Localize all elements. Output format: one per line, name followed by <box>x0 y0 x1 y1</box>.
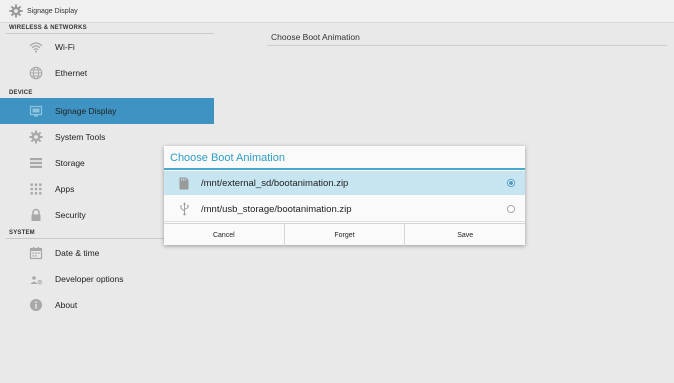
sidebar-item-developer-options[interactable]: Developer options <box>0 266 214 292</box>
sidebar-item-ethernet[interactable]: Ethernet <box>0 60 214 86</box>
radio-button[interactable] <box>507 179 515 187</box>
calendar-icon <box>29 246 43 260</box>
option-external-sd[interactable]: /mnt/external_sd/bootanimation.zip <box>164 171 525 195</box>
sidebar-item-label: Apps <box>55 184 75 194</box>
sidebar-item-label: Ethernet <box>55 68 88 78</box>
display-icon <box>29 104 43 118</box>
radio-button[interactable] <box>507 205 515 213</box>
dialog-title: Choose Boot Animation <box>170 152 285 164</box>
section-header-wireless: WIRELESS & NETWORKS <box>9 25 87 31</box>
save-button[interactable]: Save <box>404 224 525 246</box>
options-divider <box>164 221 525 222</box>
choose-boot-animation-dialog: Choose Boot Animation /mnt/external_sd/b… <box>164 146 525 246</box>
gear-icon <box>9 4 23 18</box>
sidebar-item-label: Security <box>55 210 86 220</box>
page-title: Choose Boot Animation <box>271 32 360 42</box>
sidebar-item-label: About <box>55 300 78 310</box>
forget-button[interactable]: Forget <box>283 224 405 246</box>
sidebar-item-signage-display[interactable]: Signage Display <box>0 98 214 124</box>
option-label: /mnt/usb_storage/bootanimation.zip <box>201 203 352 215</box>
storage-icon <box>29 156 43 170</box>
dialog-button-bar: Cancel Forget Save <box>164 223 525 246</box>
sidebar-item-label: Signage Display <box>55 106 117 116</box>
info-icon <box>29 298 43 312</box>
sidebar-item-label: Date & time <box>55 248 100 258</box>
gear-icon <box>29 130 43 144</box>
section-header-system: SYSTEM <box>9 230 35 236</box>
dialog-title-divider <box>164 168 525 170</box>
app-title: Signage Display <box>27 7 78 15</box>
title-bar: Signage Display <box>0 0 674 23</box>
sidebar-item-about[interactable]: About <box>0 292 214 318</box>
apps-grid-icon <box>29 182 43 196</box>
sidebar-item-label: Developer options <box>55 274 124 284</box>
option-usb-storage[interactable]: /mnt/usb_storage/bootanimation.zip <box>164 197 525 221</box>
usb-icon <box>178 202 190 216</box>
cancel-button[interactable]: Cancel <box>164 224 284 246</box>
globe-icon <box>29 66 43 80</box>
sidebar-item-wifi[interactable]: Wi-Fi <box>0 34 214 60</box>
title-divider <box>267 45 667 46</box>
lock-icon <box>29 208 43 222</box>
sidebar-item-label: Wi-Fi <box>55 42 75 52</box>
sidebar-item-label: System Tools <box>55 132 106 142</box>
section-header-device: DEVICE <box>9 90 33 96</box>
wifi-icon <box>29 40 43 54</box>
developer-icon <box>29 272 43 286</box>
sidebar-item-label: Storage <box>55 158 85 168</box>
sd-card-icon <box>178 176 190 190</box>
option-label: /mnt/external_sd/bootanimation.zip <box>201 177 349 189</box>
